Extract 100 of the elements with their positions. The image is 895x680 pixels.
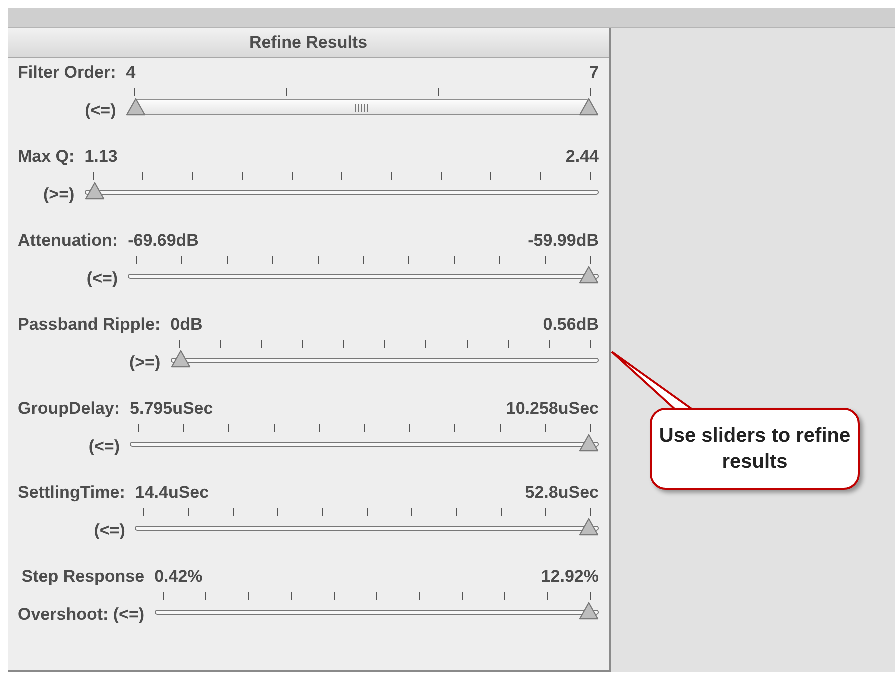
slider-label: Step Response	[20, 566, 145, 588]
tick-mark	[232, 508, 234, 516]
tick-mark	[590, 256, 591, 264]
tick-mark	[419, 592, 420, 600]
tick-mark	[384, 340, 386, 348]
tick-mark	[277, 508, 278, 516]
tick-mark	[548, 340, 550, 348]
slider-label: Filter Order:	[18, 62, 116, 84]
min-value: -69.69dB	[128, 230, 199, 252]
tick-mark	[508, 340, 509, 348]
tick-mark	[274, 424, 275, 432]
operator-label: (>=)	[42, 184, 75, 206]
tick-mark	[136, 256, 138, 264]
slider-thumb[interactable]	[579, 98, 599, 116]
operator-label: Overshoot: (<=)	[18, 604, 145, 626]
tick-mark	[290, 592, 292, 600]
slider-thumb[interactable]	[579, 518, 599, 536]
tick-mark	[366, 508, 368, 516]
min-value: 0.42%	[154, 566, 203, 588]
tick-mark	[192, 172, 194, 180]
max-value: 10.258uSec	[506, 398, 599, 420]
slider-thumb[interactable]	[170, 350, 191, 368]
max-value: 52.8uSec	[525, 482, 599, 504]
tick-mark	[343, 340, 344, 348]
tick-mark	[134, 88, 136, 96]
slider-label: Attenuation:	[18, 230, 118, 252]
slider-label: SettlingTime:	[18, 482, 126, 504]
operator-label: (<=)	[88, 436, 120, 458]
tick-mark	[260, 340, 262, 348]
slider-track[interactable]	[128, 274, 599, 279]
tick-mark	[178, 340, 180, 348]
tick-mark	[547, 592, 548, 600]
tick-mark	[334, 592, 335, 600]
tick-mark	[544, 256, 546, 264]
min-value: 4	[126, 62, 136, 84]
tick-mark	[183, 424, 184, 432]
tick-mark	[590, 592, 591, 600]
tick-mark	[454, 424, 456, 432]
tick-mark	[302, 340, 304, 348]
tick-mark	[490, 172, 492, 180]
max-value: 0.56dB	[543, 314, 599, 336]
tick-mark	[590, 172, 591, 180]
tick-mark	[500, 508, 502, 516]
tick-mark	[590, 340, 591, 348]
min-value: 5.795uSec	[130, 398, 214, 420]
tick-mark	[499, 256, 500, 264]
tick-mark	[228, 424, 230, 432]
tick-mark	[454, 256, 455, 264]
slider-thumb[interactable]	[84, 182, 105, 200]
slider-thumb[interactable]	[126, 98, 146, 116]
tick-mark	[142, 172, 144, 180]
tick-mark	[408, 256, 410, 264]
max-value: -59.99dB	[528, 230, 599, 252]
operator-label: (>=)	[128, 352, 161, 374]
operator-label: (<=)	[93, 520, 126, 542]
tick-mark	[292, 172, 293, 180]
operator-label: (<=)	[86, 268, 118, 290]
slider-track[interactable]	[84, 190, 599, 195]
slider-track[interactable]	[170, 358, 599, 363]
tick-mark	[205, 592, 206, 600]
tick-mark	[318, 424, 320, 432]
tick-mark	[438, 88, 440, 96]
slider-label: GroupDelay:	[18, 398, 120, 420]
slider-track[interactable]	[135, 526, 599, 531]
tick-mark	[466, 340, 468, 348]
slider-track[interactable]	[130, 442, 599, 447]
tick-mark	[364, 424, 365, 432]
tick-mark	[341, 172, 342, 180]
max-value: 12.92%	[541, 566, 599, 588]
tick-mark	[504, 592, 506, 600]
tick-mark	[544, 424, 546, 432]
tick-mark	[391, 172, 392, 180]
max-value: 7	[590, 62, 599, 84]
panel-title: Refine Results	[8, 28, 609, 58]
tick-mark	[322, 508, 323, 516]
tick-mark	[143, 508, 144, 516]
tick-mark	[363, 256, 364, 264]
max-value: 2.44	[566, 146, 599, 168]
tick-mark	[138, 424, 140, 432]
grip-icon	[354, 104, 371, 112]
tick-mark	[318, 256, 319, 264]
tick-mark	[181, 256, 182, 264]
tick-mark	[162, 592, 164, 600]
tick-mark	[545, 508, 546, 516]
tick-mark	[248, 592, 250, 600]
tick-mark	[226, 256, 228, 264]
tick-mark	[411, 508, 412, 516]
slider-track[interactable]	[154, 610, 599, 615]
slider-label: Max Q:	[18, 146, 75, 168]
tick-mark	[272, 256, 274, 264]
min-value: 14.4uSec	[135, 482, 210, 504]
slider-thumb[interactable]	[579, 602, 599, 620]
tick-mark	[220, 340, 221, 348]
tick-mark	[409, 424, 410, 432]
slider-thumb[interactable]	[579, 434, 599, 452]
slider-thumb[interactable]	[579, 266, 599, 284]
tick-mark	[92, 172, 94, 180]
tick-mark	[590, 424, 591, 432]
min-value: 0dB	[170, 314, 203, 336]
tick-mark	[242, 172, 243, 180]
